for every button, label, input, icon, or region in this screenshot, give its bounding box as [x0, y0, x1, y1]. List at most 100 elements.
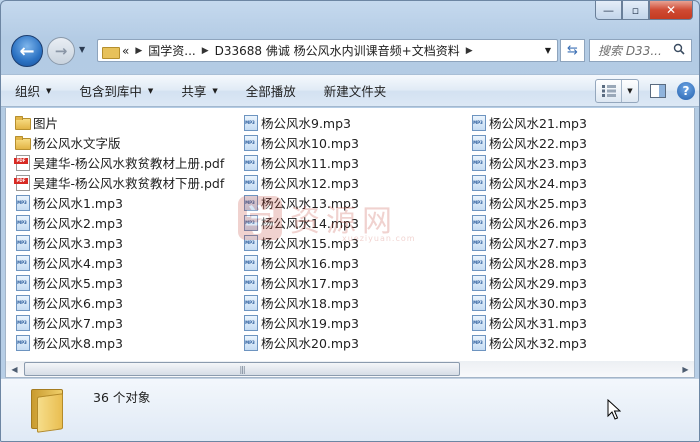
refresh-button[interactable]: ⇆: [560, 39, 585, 62]
scroll-left-icon[interactable]: ◀: [6, 361, 23, 377]
list-item[interactable]: 杨公风水16.mp3: [242, 252, 359, 272]
help-icon[interactable]: ?: [677, 82, 695, 100]
list-item[interactable]: 杨公风水25.mp3: [470, 192, 587, 212]
pdf-file-icon: [14, 154, 30, 171]
list-item[interactable]: 杨公风水1.mp3: [14, 192, 224, 212]
pdf-file-icon: [14, 174, 30, 191]
list-item[interactable]: 杨公风水10.mp3: [242, 132, 359, 152]
include-in-library-menu[interactable]: 包含到库中 ▼: [65, 81, 167, 100]
explorer-window: — ▫ ✕ ← → ▼ « ▶ 国学资... ▶ D33688 佛诚 杨公风水内…: [0, 0, 700, 442]
chevron-down-icon[interactable]: ▼: [622, 87, 638, 95]
list-item[interactable]: 杨公风水11.mp3: [242, 152, 359, 172]
list-item[interactable]: 杨公风水19.mp3: [242, 312, 359, 332]
preview-pane-button[interactable]: [647, 80, 669, 102]
audio-file-icon: [470, 334, 486, 351]
audio-file-icon: [242, 334, 258, 351]
minimize-button[interactable]: —: [595, 1, 622, 20]
list-item[interactable]: 杨公风水9.mp3: [242, 112, 359, 132]
back-button[interactable]: ←: [11, 35, 43, 67]
list-item[interactable]: 杨公风水23.mp3: [470, 152, 587, 172]
list-item[interactable]: 杨公风水5.mp3: [14, 272, 224, 292]
audio-file-icon: [242, 194, 258, 211]
audio-file-icon: [470, 314, 486, 331]
play-all-button[interactable]: 全部播放: [232, 81, 310, 100]
audio-file-icon: [242, 254, 258, 271]
list-item[interactable]: 杨公风水30.mp3: [470, 292, 587, 312]
chevron-right-icon[interactable]: ▶: [135, 46, 142, 56]
audio-file-icon: [14, 294, 30, 311]
folder-large-icon: [29, 385, 65, 433]
list-item[interactable]: 杨公风水13.mp3: [242, 192, 359, 212]
search-icon: [673, 43, 685, 55]
file-column-2: 杨公风水9.mp3 杨公风水10.mp3 杨公风水11.mp3 杨公风水12.m…: [242, 112, 359, 352]
forward-button[interactable]: →: [47, 37, 75, 65]
breadcrumb-item[interactable]: D33688 佛诚 杨公风水内训课音频+文档资料: [215, 42, 460, 59]
close-button[interactable]: ✕: [649, 1, 693, 20]
folder-icon: [14, 134, 31, 150]
audio-file-icon: [14, 254, 30, 271]
chevron-right-icon[interactable]: ▶: [202, 46, 209, 56]
list-item[interactable]: 杨公风水4.mp3: [14, 252, 224, 272]
file-list[interactable]: 图片 杨公风水文字版 吴建华-杨公风水救贫教材上册.pdf 吴建华-杨公风水救贫…: [5, 108, 695, 361]
list-item[interactable]: 杨公风水15.mp3: [242, 232, 359, 252]
audio-file-icon: [242, 314, 258, 331]
refresh-icon: ⇆: [567, 43, 578, 58]
navigation-bar: ← → ▼ « ▶ 国学资... ▶ D33688 佛诚 杨公风水内训课音频+文…: [1, 31, 699, 71]
folder-icon: [102, 45, 120, 59]
list-item[interactable]: 杨公风水24.mp3: [470, 172, 587, 192]
search-input[interactable]: 搜索 D33...: [589, 39, 692, 62]
list-item[interactable]: 杨公风水文字版: [14, 132, 224, 152]
list-item[interactable]: 杨公风水7.mp3: [14, 312, 224, 332]
list-item[interactable]: 杨公风水6.mp3: [14, 292, 224, 312]
breadcrumb-overflow[interactable]: «: [122, 44, 129, 58]
audio-file-icon: [242, 134, 258, 151]
mouse-cursor-icon: [607, 399, 621, 420]
change-view-button[interactable]: ▼: [595, 79, 639, 103]
list-item[interactable]: 杨公风水31.mp3: [470, 312, 587, 332]
list-item[interactable]: 图片: [14, 112, 224, 132]
audio-file-icon: [14, 214, 30, 231]
address-dropdown-button[interactable]: ▼: [539, 46, 557, 55]
list-item[interactable]: 杨公风水22.mp3: [470, 132, 587, 152]
new-folder-button[interactable]: 新建文件夹: [310, 81, 401, 100]
list-item[interactable]: 杨公风水26.mp3: [470, 212, 587, 232]
list-item[interactable]: 杨公风水17.mp3: [242, 272, 359, 292]
window-caption-buttons: — ▫ ✕: [595, 1, 693, 20]
breadcrumb-item[interactable]: 国学资...: [148, 42, 195, 59]
list-item[interactable]: 杨公风水2.mp3: [14, 212, 224, 232]
audio-file-icon: [242, 174, 258, 191]
recent-pages-dropdown[interactable]: ▼: [79, 45, 85, 54]
item-count: 36 个对象: [93, 390, 151, 405]
list-item[interactable]: 杨公风水18.mp3: [242, 292, 359, 312]
list-item[interactable]: 杨公风水20.mp3: [242, 332, 359, 352]
list-item[interactable]: 杨公风水14.mp3: [242, 212, 359, 232]
list-item[interactable]: 杨公风水27.mp3: [470, 232, 587, 252]
audio-file-icon: [470, 274, 486, 291]
audio-file-icon: [470, 194, 486, 211]
scroll-right-icon[interactable]: ▶: [677, 361, 694, 377]
horizontal-scrollbar[interactable]: ◀ ||| ▶: [5, 361, 695, 378]
organize-menu[interactable]: 组织 ▼: [1, 81, 65, 100]
command-bar: 组织 ▼ 包含到库中 ▼ 共享 ▼ 全部播放 新建文件夹 ▼ ?: [1, 74, 699, 107]
audio-file-icon: [470, 134, 486, 151]
share-menu[interactable]: 共享 ▼: [167, 81, 231, 100]
audio-file-icon: [470, 114, 486, 131]
list-item[interactable]: 杨公风水3.mp3: [14, 232, 224, 252]
list-item[interactable]: 杨公风水21.mp3: [470, 112, 587, 132]
scrollbar-thumb[interactable]: |||: [24, 362, 460, 376]
file-column-3: 杨公风水21.mp3 杨公风水22.mp3 杨公风水23.mp3 杨公风水24.…: [470, 112, 587, 352]
preview-pane-icon: [650, 84, 666, 98]
list-item[interactable]: 杨公风水12.mp3: [242, 172, 359, 192]
chevron-down-icon: ▼: [46, 86, 52, 95]
address-bar[interactable]: « ▶ 国学资... ▶ D33688 佛诚 杨公风水内训课音频+文档资料 ▶ …: [97, 39, 558, 62]
list-item[interactable]: 吴建华-杨公风水救贫教材上册.pdf: [14, 152, 224, 172]
chevron-right-icon[interactable]: ▶: [466, 46, 473, 56]
maximize-button[interactable]: ▫: [622, 1, 649, 20]
list-item[interactable]: 杨公风水8.mp3: [14, 332, 224, 352]
audio-file-icon: [242, 294, 258, 311]
list-item[interactable]: 杨公风水28.mp3: [470, 252, 587, 272]
search-placeholder: 搜索 D33...: [598, 44, 662, 58]
list-item[interactable]: 杨公风水29.mp3: [470, 272, 587, 292]
list-item[interactable]: 吴建华-杨公风水救贫教材下册.pdf: [14, 172, 224, 192]
list-item[interactable]: 杨公风水32.mp3: [470, 332, 587, 352]
